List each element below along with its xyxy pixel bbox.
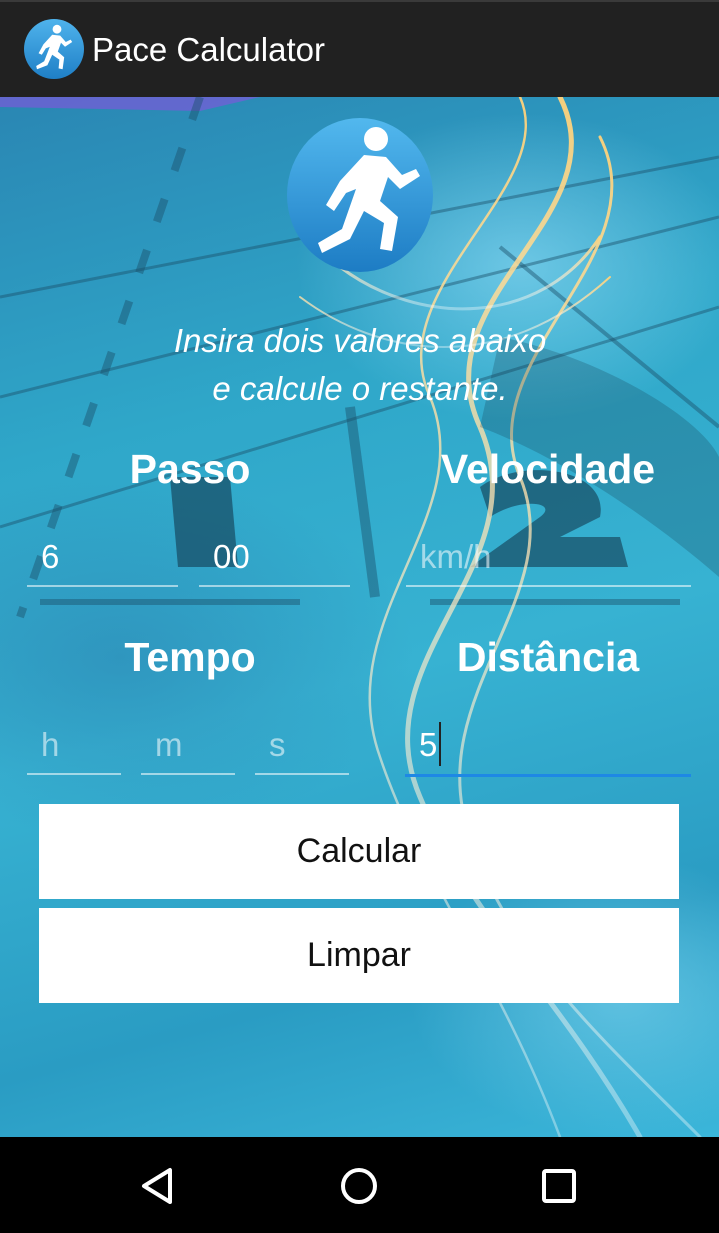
distance-value-wrap: 5 — [419, 722, 442, 766]
text-cursor — [439, 722, 442, 766]
speed-field[interactable]: km/h — [406, 527, 691, 587]
system-nav-bar — [0, 1137, 719, 1233]
time-hours-placeholder: h — [41, 726, 60, 763]
time-minutes-field[interactable]: m — [141, 715, 235, 775]
app-title: Pace Calculator — [92, 31, 325, 68]
pace-seconds-value: 00 — [213, 538, 250, 575]
pace-minutes-value: 6 — [41, 538, 60, 575]
pace-seconds-field[interactable]: 00 — [199, 527, 350, 587]
distance-field[interactable]: 5 — [405, 715, 691, 777]
speed-placeholder: km/h — [420, 538, 492, 575]
app-logo-runner-icon — [24, 19, 84, 79]
clear-button[interactable]: Limpar — [39, 908, 679, 1003]
speed-label: Velocidade — [440, 446, 656, 492]
pace-minutes-field[interactable]: 6 — [27, 527, 178, 587]
app-bar: Pace Calculator — [0, 0, 719, 97]
calculate-button[interactable]: Calcular — [39, 804, 679, 899]
instruction-line-2: e calcule o restante. — [212, 370, 508, 407]
distance-label: Distância — [456, 634, 640, 680]
recents-square-icon[interactable] — [534, 1161, 584, 1211]
instruction-line-1: Insira dois valores abaixo — [173, 322, 547, 359]
back-triangle-icon[interactable] — [134, 1161, 184, 1211]
main-content: Insira dois valores abaixo e calcule o r… — [0, 97, 719, 1137]
time-label: Tempo — [124, 634, 256, 680]
runner-hero-icon — [287, 118, 433, 272]
pace-label: Passo — [129, 446, 251, 492]
instruction-text: Insira dois valores abaixo e calcule o r… — [60, 317, 660, 413]
time-minutes-placeholder: m — [155, 726, 183, 763]
time-seconds-field[interactable]: s — [255, 715, 349, 775]
distance-value: 5 — [419, 725, 438, 763]
time-seconds-placeholder: s — [269, 726, 286, 763]
home-circle-icon[interactable] — [334, 1161, 384, 1211]
time-hours-field[interactable]: h — [27, 715, 121, 775]
